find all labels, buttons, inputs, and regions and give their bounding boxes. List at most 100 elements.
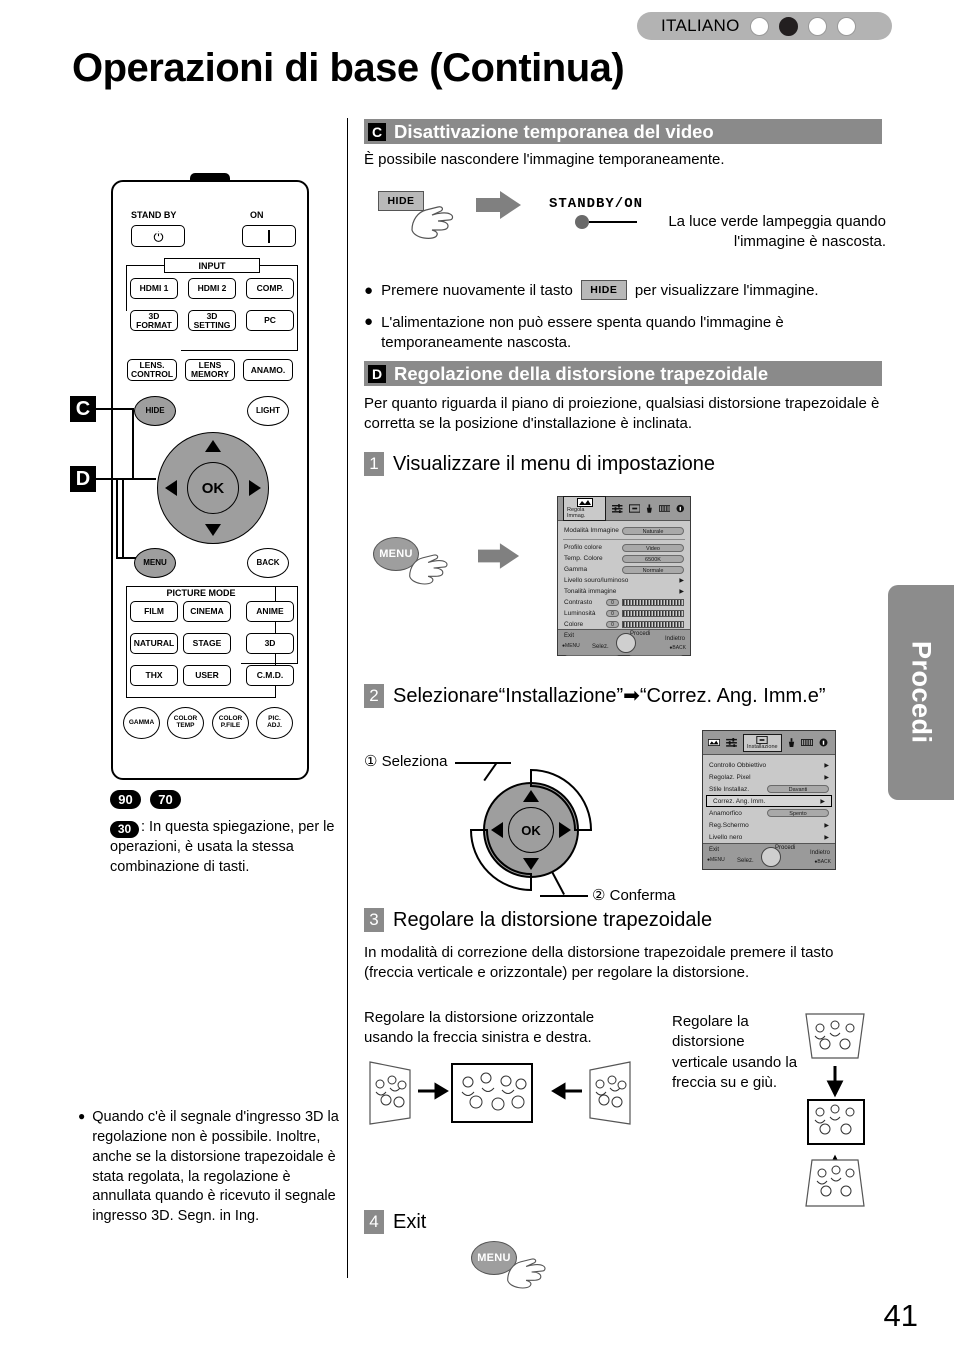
osd-row-label: Stile Installaz. xyxy=(709,785,750,793)
osd-row-tonalita[interactable]: Tonalità immagine ▶ xyxy=(558,586,690,597)
arrow-right-icon[interactable] xyxy=(249,480,261,496)
on-button[interactable] xyxy=(242,225,296,247)
light-button[interactable]: LIGHT xyxy=(247,396,289,426)
color-profile-button[interactable]: COLOR P.FILE xyxy=(212,707,249,739)
osd-row-stile-installaz[interactable]: Stile Installaz. Davanti xyxy=(703,783,835,795)
callout-d-leader xyxy=(96,478,156,480)
callout-spine xyxy=(132,408,134,480)
natural-button[interactable]: NATURAL xyxy=(130,633,178,654)
menu-button[interactable]: MENU xyxy=(134,548,176,578)
osd-row-contrasto[interactable]: Contrasto 0 xyxy=(558,597,690,608)
osd-row-luminosita[interactable]: Luminosità 0 xyxy=(558,608,690,619)
cmd-button[interactable]: C.M.D. xyxy=(246,665,294,686)
input-group-title: INPUT xyxy=(164,258,260,273)
anime-button[interactable]: ANIME xyxy=(246,601,294,622)
osd-row-correz-ang-imm[interactable]: Correz. Ang. Imm. ▶ xyxy=(706,795,832,807)
lens-control-button[interactable]: LENS. CONTROL xyxy=(127,359,177,381)
osd-footer-dpad-icon xyxy=(761,847,781,867)
osd-row-label: Modalità Immagine xyxy=(564,527,619,534)
osd-row-label: Tonalità immagine xyxy=(564,588,617,595)
osd-footer-back: Indietro xyxy=(809,850,830,856)
ok-button[interactable]: OK xyxy=(187,462,239,514)
osd-tab-regola-immag[interactable]: Regola Immag. xyxy=(563,496,607,521)
dpad[interactable]: OK xyxy=(157,432,269,544)
osd-row-label: Colore xyxy=(564,621,584,628)
pointing-hand-icon xyxy=(409,554,448,585)
lens-memory-button[interactable]: LENS MEMORY xyxy=(185,359,235,381)
chevron-right-icon: ▶ xyxy=(824,774,829,781)
hdmi1-button[interactable]: HDMI 1 xyxy=(130,278,178,299)
thx-button[interactable]: THX xyxy=(130,665,178,686)
stage-button[interactable]: STAGE xyxy=(183,633,231,654)
pic-adj-button[interactable]: PIC. ADJ. xyxy=(256,707,293,739)
cinema-button[interactable]: CINEMA xyxy=(183,601,231,622)
step-4-title: Exit xyxy=(393,1210,427,1233)
osd-row-anamorfico[interactable]: Anamorfico Spento xyxy=(703,807,835,819)
3d-button[interactable]: 3D xyxy=(246,633,294,654)
osd-row-reg-schermo[interactable]: Reg.Schermo ▶ xyxy=(703,819,835,831)
osd-slider-value: 0 xyxy=(606,621,619,628)
osd-divider xyxy=(563,539,685,540)
hdmi2-button[interactable]: HDMI 2 xyxy=(188,278,236,299)
section-d-header: D Regolazione della distorsione trapezoi… xyxy=(364,361,882,386)
osd-slider-track[interactable] xyxy=(622,599,684,606)
standby-button[interactable] xyxy=(131,225,185,247)
3d-setting-button[interactable]: 3D SETTING xyxy=(188,310,236,331)
model-note-text: : In questa spiegazione, per le operazio… xyxy=(110,819,335,875)
pc-button[interactable]: PC xyxy=(246,310,294,331)
osd-row-gamma[interactable]: Gamma Normale xyxy=(558,564,690,575)
osd-slider-track[interactable] xyxy=(622,610,684,617)
lamp-icon xyxy=(647,503,653,513)
user-button[interactable]: USER xyxy=(183,665,231,686)
osd-row-modalita-immagine[interactable]: Modalità Immagine Naturale xyxy=(558,524,690,537)
osd-picture-menu: Regola Immag. Modalità Immagine Naturale… xyxy=(557,496,691,656)
step3-text: In modalità di correzione della distorsi… xyxy=(364,944,834,982)
step-2-title: Selezionare“Installazione”➡“Correz. Ang.… xyxy=(393,685,826,707)
osd-footer-dpad-icon xyxy=(616,633,636,653)
model-badge-30: 30 xyxy=(110,821,139,839)
picture-icon xyxy=(576,498,593,507)
osd-row-label: Reg.Schermo xyxy=(709,821,749,829)
step3-vertical-text: Regolare la distorsione verticale usando… xyxy=(672,1013,798,1091)
arrow-up-icon[interactable] xyxy=(205,440,221,452)
comp-button[interactable]: COMP. xyxy=(246,278,294,299)
osd-row-label: Correz. Ang. Imm. xyxy=(713,797,766,805)
arrow-down-icon[interactable] xyxy=(205,524,221,536)
osd-row-profilo-colore[interactable]: Profilo colore Video xyxy=(558,542,690,553)
step-3-title: Regolare la distorsione trapezoidale xyxy=(393,908,713,931)
section-c-tag: C xyxy=(368,122,386,141)
osd-footer-select: Selez. xyxy=(737,858,754,864)
osd-row-value: 6500K xyxy=(622,554,684,563)
osd-row-regolaz-pixel[interactable]: Regolaz. Pixel ▶ xyxy=(703,771,835,783)
step2-confirm-label: ② Conferma xyxy=(592,887,676,904)
osd-install-rows: Controllo Obbiettivo ▶ Regolaz. Pixel ▶ … xyxy=(703,755,835,843)
section-c-bullet-1: ● Premere nuovamente il tasto HIDE per v… xyxy=(364,280,819,300)
model-note: 30: In questa spiegazione, per le operaz… xyxy=(110,818,345,877)
hide-button[interactable]: HIDE xyxy=(134,396,176,426)
osd-row-livello-nero[interactable]: Livello nero ▶ xyxy=(703,831,835,843)
bullet-icon: ● xyxy=(364,281,374,299)
screen-icon xyxy=(756,735,768,744)
step2-confirm-leader xyxy=(540,895,588,897)
section-c-header: C Disattivazione temporanea del video xyxy=(364,119,882,144)
color-temp-button[interactable]: COLOR TEMP xyxy=(167,707,204,739)
step-2-number: 2 xyxy=(364,683,384,708)
3d-format-button[interactable]: 3D FORMAT xyxy=(130,310,178,331)
step-3-number: 3 xyxy=(364,908,384,932)
osd-slider-track[interactable] xyxy=(622,621,684,628)
film-button[interactable]: FILM xyxy=(130,601,178,622)
power-icon xyxy=(153,230,163,242)
osd-row-controllo-obbiettivo[interactable]: Controllo Obbiettivo ▶ xyxy=(703,759,835,771)
hide-key-inline: HIDE xyxy=(580,280,627,300)
anamo-button[interactable]: ANAMO. xyxy=(243,359,293,381)
chevron-right-icon: ▶ xyxy=(824,834,829,841)
gamma-button[interactable]: GAMMA xyxy=(123,707,160,739)
osd-tab-installazione[interactable]: Installazione xyxy=(743,733,782,752)
section-c-bullet2-text: L'alimentazione non può essere spenta qu… xyxy=(381,314,784,352)
osd-row-temp-colore[interactable]: Temp. Colore 6500K xyxy=(558,553,690,564)
osd-row-label: Livello nero xyxy=(709,833,743,841)
osd-row-livello-souro[interactable]: Livello souro/luminoso ▶ xyxy=(558,575,690,586)
back-button[interactable]: BACK xyxy=(247,548,289,578)
arrow-left-icon[interactable] xyxy=(165,480,177,496)
flow-arrow-icon xyxy=(476,191,521,219)
